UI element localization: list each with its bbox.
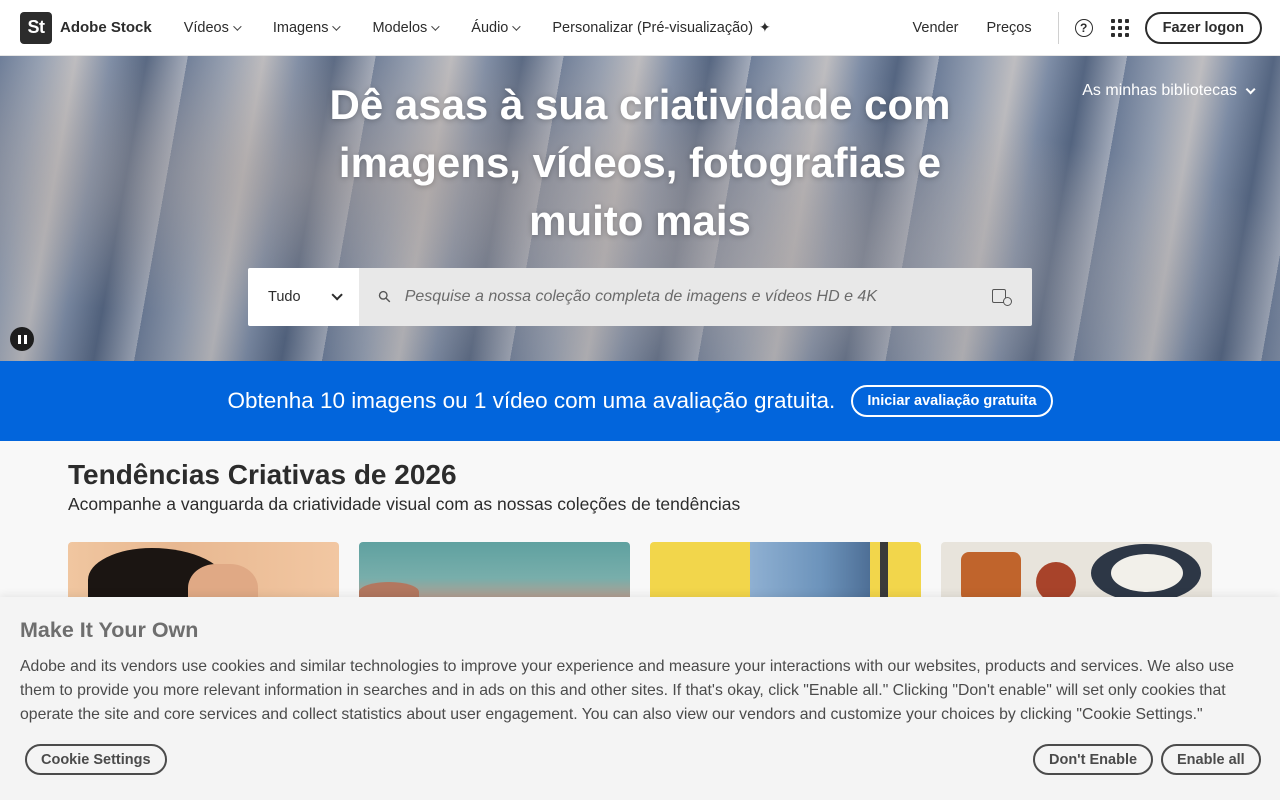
- sell-link[interactable]: Vender: [913, 20, 959, 36]
- search-type-label: Tudo: [268, 289, 301, 305]
- main-nav: Vídeos Imagens Modelos Áudio Personaliza…: [184, 19, 771, 36]
- my-libraries-dropdown[interactable]: As minhas bibliotecas: [1082, 82, 1256, 100]
- nav-templates-label: Modelos: [372, 19, 428, 36]
- search-bar: Tudo ⚲: [248, 268, 1032, 326]
- trends-section: Tendências Criativas de 2026 Acompanhe a…: [0, 441, 1280, 602]
- chevron-down-icon: [331, 289, 343, 301]
- cookie-banner: Make It Your Own Adobe and its vendors u…: [0, 597, 1280, 800]
- visual-search-icon[interactable]: [992, 288, 1012, 306]
- cookie-title: Make It Your Own: [20, 618, 199, 642]
- trend-card[interactable]: [68, 542, 339, 602]
- nav-images[interactable]: Imagens: [272, 19, 342, 36]
- help-icon[interactable]: ?: [1074, 18, 1093, 37]
- chevron-down-icon: [233, 21, 242, 31]
- sign-in-button[interactable]: Fazer logon: [1144, 11, 1262, 44]
- nav-videos[interactable]: Vídeos: [183, 19, 242, 36]
- trend-card[interactable]: [650, 542, 921, 602]
- header-actions: Vender Preços ? Fazer logon: [913, 11, 1262, 44]
- logo-mark: St: [20, 11, 52, 44]
- pricing-link[interactable]: Preços: [986, 20, 1031, 36]
- enable-all-button[interactable]: Enable all: [1161, 744, 1261, 775]
- nav-audio-label: Áudio: [471, 19, 509, 36]
- chevron-down-icon: [431, 21, 440, 31]
- cookie-body: Adobe and its vendors use cookies and si…: [20, 658, 1235, 723]
- trend-card[interactable]: [941, 542, 1212, 602]
- header-divider: [1057, 11, 1059, 44]
- chevron-down-icon: [512, 21, 522, 31]
- pause-video-button[interactable]: [10, 327, 34, 351]
- search-input[interactable]: [404, 288, 992, 306]
- search-type-select[interactable]: Tudo: [248, 268, 359, 326]
- chevron-down-icon: [1245, 83, 1256, 94]
- start-free-trial-button[interactable]: Iniciar avaliação gratuita: [851, 385, 1053, 417]
- nav-videos-label: Vídeos: [183, 19, 229, 36]
- my-libraries-label: As minhas bibliotecas: [1082, 82, 1237, 99]
- nav-templates[interactable]: Modelos: [372, 19, 440, 36]
- logo-text: Adobe Stock: [60, 19, 152, 36]
- nav-customize[interactable]: Personalizar (Pré-visualização) ✦: [552, 19, 770, 36]
- free-trial-banner: Obtenha 10 imagens ou 1 vídeo com uma av…: [0, 361, 1280, 441]
- hero-banner: Dê asas à sua criatividade com imagens, …: [0, 56, 1280, 361]
- nav-customize-label: Personalizar (Pré-visualização): [552, 19, 754, 36]
- trends-subtitle: Acompanhe a vanguarda da criatividade vi…: [68, 494, 741, 514]
- trends-title: Tendências Criativas de 2026: [68, 459, 457, 490]
- hero-title: Dê asas à sua criatividade com imagens, …: [329, 81, 951, 244]
- cookie-settings-button[interactable]: Cookie Settings: [25, 744, 167, 775]
- nav-images-label: Imagens: [272, 19, 329, 36]
- apps-grid-icon[interactable]: [1110, 18, 1129, 37]
- sparkle-icon: ✦: [759, 19, 771, 35]
- nav-audio[interactable]: Áudio: [471, 19, 522, 36]
- chevron-down-icon: [332, 21, 342, 31]
- dont-enable-button[interactable]: Don't Enable: [1033, 744, 1154, 775]
- adobe-stock-logo[interactable]: St Adobe Stock: [20, 11, 152, 44]
- top-header: St Adobe Stock Vídeos Imagens Modelos Áu…: [0, 0, 1280, 56]
- trend-card[interactable]: [359, 542, 630, 602]
- search-field: ⚲: [359, 268, 1032, 326]
- free-trial-text: Obtenha 10 imagens ou 1 vídeo com uma av…: [227, 388, 836, 413]
- search-icon: ⚲: [375, 287, 396, 308]
- pause-icon: [17, 334, 21, 344]
